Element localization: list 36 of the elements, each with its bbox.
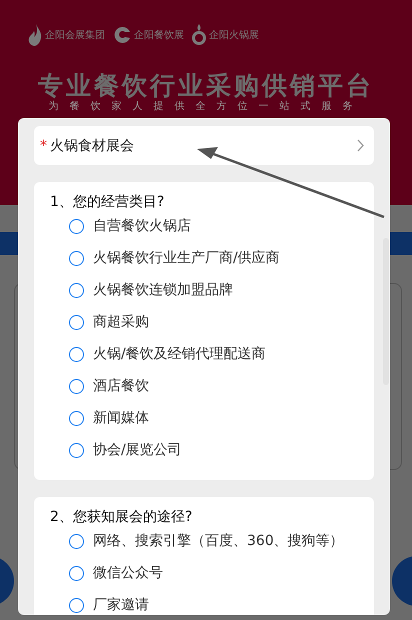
option-label[interactable]: 火锅餐饮连锁加盟品牌 xyxy=(93,281,233,299)
required-mark: * xyxy=(40,138,48,154)
option-label[interactable]: 网络、搜索引擎（百度、360、搜狗等） xyxy=(93,532,344,550)
ring-logo-icon xyxy=(192,24,206,46)
option-label[interactable]: 商超采购 xyxy=(93,313,149,331)
chevron-icon xyxy=(357,139,364,152)
logo-text: 企阳火锅展 xyxy=(209,28,259,42)
radio-button[interactable] xyxy=(69,378,84,394)
option-label[interactable]: 火锅餐饮行业生产厂商/供应商 xyxy=(93,249,280,267)
logo-text: 企阳餐饮展 xyxy=(134,28,184,42)
radio-button[interactable] xyxy=(69,218,84,234)
question-title: 2、您获知展会的途径? xyxy=(50,509,192,525)
radio-button[interactable] xyxy=(69,282,84,298)
radio-button[interactable] xyxy=(69,410,84,426)
radio-button[interactable] xyxy=(69,346,84,362)
option-label[interactable]: 微信公众号 xyxy=(93,564,163,582)
radio-button[interactable] xyxy=(69,566,84,580)
banner-subtitle: 为餐饮家人提供全方位一站式服务 xyxy=(48,101,364,113)
question-title: 1、您的经营类目? xyxy=(50,194,164,210)
radio-button[interactable] xyxy=(69,314,84,330)
option-label[interactable]: 火锅/餐饮及经销代理配送商 xyxy=(93,345,266,363)
radio-button[interactable] xyxy=(69,442,84,458)
option-label[interactable]: 自营餐饮火锅店 xyxy=(93,217,191,235)
option-label[interactable]: 协会/展览公司 xyxy=(93,441,182,459)
crescent-logo-icon xyxy=(113,26,131,44)
scrollbar[interactable] xyxy=(383,238,389,385)
radio-button[interactable] xyxy=(69,250,84,266)
flame-logo-icon xyxy=(28,24,42,46)
banner-title: 专业餐饮行业采购供销平台 xyxy=(38,71,374,100)
option-label[interactable]: 厂家邀请 xyxy=(93,596,149,614)
logo-text: 企阳会展集团 xyxy=(45,29,105,42)
option-label[interactable]: 新闻媒体 xyxy=(93,409,149,427)
radio-button[interactable] xyxy=(69,598,84,612)
exhibition-select[interactable]: * 火锅食材展会 xyxy=(34,126,374,165)
radio-button[interactable] xyxy=(69,534,84,548)
option-label[interactable]: 酒店餐饮 xyxy=(93,377,149,395)
